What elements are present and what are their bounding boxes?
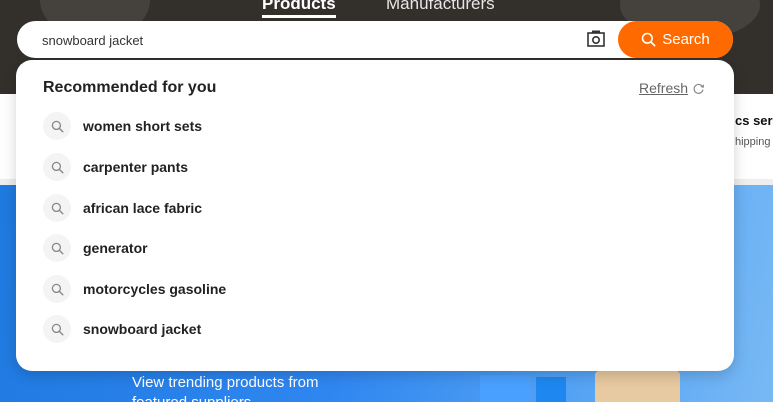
- refresh-button[interactable]: Refresh: [639, 80, 705, 96]
- suggestion-label: motorcycles gasoline: [83, 281, 227, 297]
- suggestion-item[interactable]: african lace fabric: [43, 193, 443, 223]
- suggestion-item[interactable]: motorcycles gasoline: [43, 274, 443, 304]
- dropdown-title: Recommended for you: [43, 79, 217, 96]
- suggestion-label: snowboard jacket: [83, 321, 202, 337]
- suggestion-label: women short sets: [83, 118, 203, 134]
- search-icon: [43, 112, 71, 140]
- search-icon: [43, 234, 71, 262]
- suggestion-label: carpenter pants: [83, 159, 189, 175]
- services-subtitle: hipping: [735, 136, 771, 148]
- search-button-label: Search: [662, 31, 710, 48]
- banner-graphic: [536, 377, 566, 402]
- banner-text: View trending products from featured sup…: [132, 374, 319, 402]
- banner-graphic: [595, 371, 680, 402]
- suggestion-item[interactable]: carpenter pants: [43, 152, 443, 182]
- suggestion-item[interactable]: generator: [43, 233, 443, 263]
- banner-graphic: [480, 375, 530, 402]
- search-input[interactable]: [42, 27, 562, 53]
- search-icon: [43, 315, 71, 343]
- services-title: cs ser: [735, 113, 773, 128]
- tab-products[interactable]: Products: [262, 0, 336, 18]
- search-button[interactable]: Search: [618, 21, 733, 58]
- search-icon: [43, 153, 71, 181]
- suggestions-dropdown: Recommended for you Refresh women short …: [16, 60, 734, 371]
- suggestion-label: african lace fabric: [83, 200, 203, 216]
- camera-icon[interactable]: [585, 29, 607, 49]
- search-icon: [43, 194, 71, 222]
- suggestion-label: generator: [83, 240, 148, 256]
- suggestion-item[interactable]: women short sets: [43, 111, 443, 141]
- search-icon: [43, 275, 71, 303]
- suggestion-item[interactable]: snowboard jacket: [43, 314, 443, 344]
- refresh-icon: [693, 83, 705, 94]
- search-bar: Search: [17, 21, 733, 58]
- search-icon: [641, 32, 656, 47]
- refresh-label: Refresh: [639, 80, 689, 96]
- tab-manufacturers[interactable]: Manufacturers: [386, 0, 495, 14]
